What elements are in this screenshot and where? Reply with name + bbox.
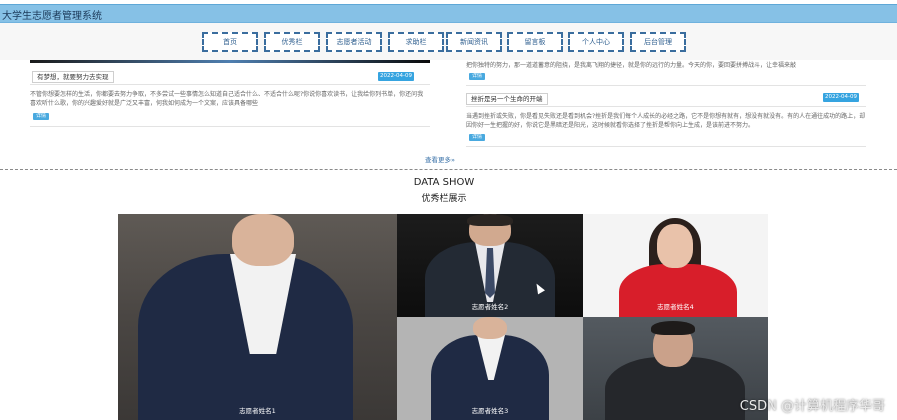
news-date-badge: 2022-04-09 (378, 72, 414, 81)
divider (466, 146, 866, 147)
nav-item-admin[interactable]: 后台管理 (630, 32, 686, 52)
gallery-tile-3[interactable]: 志愿者姓名3 (397, 317, 583, 420)
volunteer-name: 志愿者姓名2 (471, 303, 509, 311)
nav-item-excellent[interactable]: 优秀栏 (264, 32, 320, 52)
excellent-gallery: 志愿者姓名1 志愿者姓名2 志愿者姓名4 志愿者姓名3 (118, 214, 768, 420)
news-detail-button[interactable]: 详情 (33, 113, 49, 120)
news-detail-button[interactable]: 详情 (469, 134, 485, 141)
news-detail-button-prev[interactable]: 详情 (469, 73, 485, 80)
divider (466, 106, 866, 107)
nav-item-help[interactable]: 求助栏 (388, 32, 444, 52)
gallery-tile-4[interactable]: 志愿者姓名4 (583, 214, 768, 317)
app-title-bar: 大学生志愿者管理系统 (0, 4, 897, 23)
data-show-title: DATA SHOW (413, 177, 475, 188)
volunteer-name: 志愿者姓名3 (471, 407, 509, 415)
portrait-image (118, 214, 397, 420)
news-image-strip (30, 60, 430, 63)
data-show-subtitle: 优秀栏展示 (421, 194, 467, 204)
divider (30, 126, 430, 127)
main-nav: 首页 优秀栏 志愿者活动 求助栏 新闻资讯 留言板 个人中心 后台管理 (0, 23, 897, 60)
news-summary: 不管你想要怎样的生活，你都要去努力争取，不多尝试一些事情怎么知道自己适合什么、不… (30, 91, 424, 107)
watermark: CSDN @计算机程序华哥 (739, 399, 885, 414)
news-summary: 当遇到挫折或失败，你是看见失败还是看到机会?挫折是我们每个人成长的必经之路，它不… (466, 113, 866, 129)
divider (30, 84, 430, 85)
news-section: 有梦想，就要努力去实现 2022-04-09 不管你想要怎样的生活，你都要去努力… (30, 60, 866, 168)
nav-item-messages[interactable]: 留言板 (507, 32, 563, 52)
gallery-tile-1[interactable]: 志愿者姓名1 (118, 214, 397, 420)
nav-item-profile[interactable]: 个人中心 (568, 32, 624, 52)
app-title: 大学生志愿者管理系统 (2, 11, 102, 22)
volunteer-name: 志愿者姓名4 (657, 303, 694, 311)
nav-item-activities[interactable]: 志愿者活动 (326, 32, 382, 52)
nav-item-news[interactable]: 新闻资讯 (446, 32, 502, 52)
news-summary-prev: 把你独特的努力，那一道道蓄意的阻挠，是我离飞翔的捷径，就是你的远行的力量。今天的… (466, 62, 797, 69)
news-date-badge: 2022-04-09 (823, 93, 859, 102)
gallery-tile-2[interactable]: 志愿者姓名2 (397, 214, 583, 317)
news-card-right: 把你独特的努力，那一道道蓄意的阻挠，是我离飞翔的捷径，就是你的远行的力量。今天的… (466, 60, 866, 168)
news-title[interactable]: 挫折是另一个生命的开端 (466, 93, 548, 105)
section-divider (0, 169, 897, 170)
divider (466, 85, 866, 86)
news-card-left: 有梦想，就要努力去实现 2022-04-09 不管你想要怎样的生活，你都要去努力… (30, 60, 430, 168)
view-more-link[interactable]: 查看更多» (425, 154, 455, 164)
news-title[interactable]: 有梦想，就要努力去实现 (32, 71, 114, 83)
nav-item-home[interactable]: 首页 (202, 32, 258, 52)
volunteer-name: 志愿者姓名1 (239, 407, 276, 415)
